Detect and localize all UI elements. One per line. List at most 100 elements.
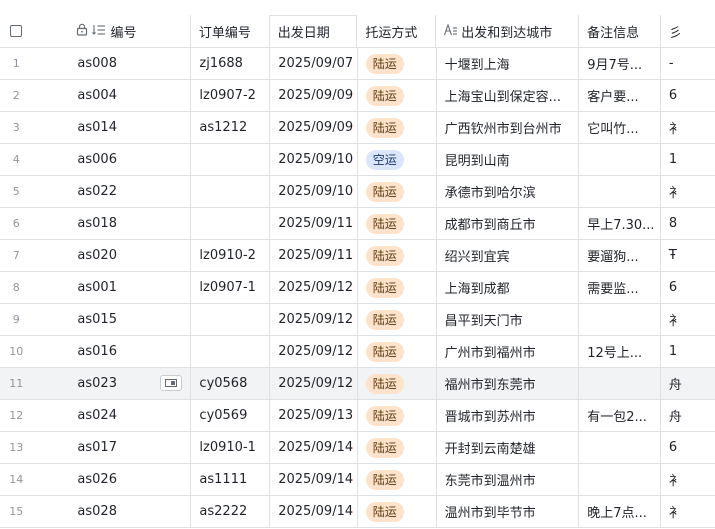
order-cell[interactable] (191, 304, 271, 335)
ship-cell[interactable]: 陆运 (358, 496, 437, 527)
note-cell[interactable]: 早上7.30... (579, 208, 661, 239)
city-cell[interactable]: 开封到云南楚雄 (437, 432, 580, 463)
ship-cell[interactable]: 陆运 (358, 272, 437, 303)
date-cell[interactable]: 2025/09/11 (270, 240, 358, 271)
code-cell[interactable]: as018 (32, 208, 192, 239)
table-row[interactable]: 7 as020 lz0910-2 2025/09/11 陆运 绍兴到宜宾 要遛狗... Ŧ (0, 240, 715, 272)
table-row[interactable]: 2 as004 lz0907-2 2025/09/09 陆运 上海宝山到保定容... 客户要… (0, 80, 715, 112)
code-cell[interactable]: as014 (32, 112, 192, 143)
date-cell[interactable]: 2025/09/12 (270, 368, 358, 399)
extra-cell[interactable]: 衤 (661, 304, 715, 335)
table-row[interactable]: 4 as006 2025/09/10 空运 昆明到山南 1 (0, 144, 715, 176)
code-cell[interactable]: as004 (32, 80, 192, 111)
ship-cell[interactable]: 空运 (358, 144, 437, 175)
note-cell[interactable]: 12号上... (579, 336, 661, 367)
note-cell[interactable] (579, 368, 661, 399)
header-note[interactable]: 备注信息 (579, 15, 661, 47)
code-cell[interactable]: as015 (32, 304, 192, 335)
ship-cell[interactable]: 陆运 (358, 240, 437, 271)
extra-cell[interactable]: 6 (661, 80, 715, 111)
date-cell[interactable]: 2025/09/11 (270, 208, 358, 239)
ship-cell[interactable]: 陆运 (358, 432, 437, 463)
table-row[interactable]: 1 as008 zj1688 2025/09/07 陆运 十堰到上海 9月7号... - (0, 48, 715, 80)
table-row[interactable]: 10 as016 2025/09/12 陆运 广州市到福州市 12号上... 1 (0, 336, 715, 368)
extra-cell[interactable]: 衤 (661, 464, 715, 495)
table-row[interactable]: 8 as001 lz0907-1 2025/09/12 陆运 上海到成都 需要监... 6 (0, 272, 715, 304)
note-cell[interactable]: 晚上7点... (579, 496, 661, 527)
table-row[interactable]: 11 as023 cy0568 2025/09/12 陆运 福州市到东莞市 舟 (0, 368, 715, 400)
date-cell[interactable]: 2025/09/12 (270, 336, 358, 367)
table-row[interactable]: 12 as024 cy0569 2025/09/13 陆运 晋城市到苏州市 有一包2... 舟 (0, 400, 715, 432)
ship-cell[interactable]: 陆运 (358, 208, 437, 239)
ship-cell[interactable]: 陆运 (358, 48, 437, 79)
city-cell[interactable]: 十堰到上海 (437, 48, 580, 79)
date-cell[interactable]: 2025/09/14 (270, 432, 358, 463)
extra-cell[interactable]: 1 (661, 144, 715, 175)
date-cell[interactable]: 2025/09/10 (270, 176, 358, 207)
note-cell[interactable]: 它叫竹... (579, 112, 661, 143)
city-cell[interactable]: 广州市到福州市 (437, 336, 580, 367)
header-order[interactable]: 订单编号 (191, 15, 270, 47)
city-cell[interactable]: 承德市到哈尔滨 (437, 176, 580, 207)
order-cell[interactable]: cy0569 (191, 400, 271, 431)
code-cell[interactable]: as022 (32, 176, 192, 207)
city-cell[interactable]: 昆明到山南 (437, 144, 580, 175)
note-cell[interactable] (579, 304, 661, 335)
note-cell[interactable]: 需要监... (579, 272, 661, 303)
code-cell[interactable]: as008 (32, 48, 192, 79)
city-cell[interactable]: 广西钦州市到台州市 (437, 112, 580, 143)
note-cell[interactable] (579, 144, 661, 175)
header-city[interactable]: 出发和到达城市 (436, 15, 580, 47)
header-extra[interactable]: 彡 (661, 15, 715, 47)
table-row[interactable]: 6 as018 2025/09/11 陆运 成都市到商丘市 早上7.30... 8 (0, 208, 715, 240)
extra-cell[interactable]: 6 (661, 272, 715, 303)
extra-cell[interactable]: 衤 (661, 176, 715, 207)
date-cell[interactable]: 2025/09/09 (270, 80, 358, 111)
select-all-checkbox[interactable] (10, 25, 23, 37)
city-cell[interactable]: 上海宝山到保定容... (437, 80, 580, 111)
note-cell[interactable] (579, 464, 661, 495)
date-cell[interactable]: 2025/09/07 (270, 48, 358, 79)
order-cell[interactable]: as1212 (191, 112, 271, 143)
date-cell[interactable]: 2025/09/12 (270, 272, 358, 303)
table-row[interactable]: 5 as022 2025/09/10 陆运 承德市到哈尔滨 衤 (0, 176, 715, 208)
date-cell[interactable]: 2025/09/14 (270, 496, 358, 527)
code-cell[interactable]: as020 (32, 240, 192, 271)
city-cell[interactable]: 晋城市到苏州市 (437, 400, 580, 431)
ship-cell[interactable]: 陆运 (358, 400, 437, 431)
city-cell[interactable]: 东莞市到温州市 (437, 464, 580, 495)
code-cell[interactable]: as026 (32, 464, 192, 495)
order-cell[interactable]: cy0568 (191, 368, 271, 399)
code-cell[interactable]: as017 (32, 432, 192, 463)
extra-cell[interactable]: Ŧ (661, 240, 715, 271)
table-row[interactable]: 9 as015 2025/09/12 陆运 昌平到天门市 衤 (0, 304, 715, 336)
extra-cell[interactable]: - (661, 48, 715, 79)
date-cell[interactable]: 2025/09/09 (270, 112, 358, 143)
city-cell[interactable]: 绍兴到宜宾 (437, 240, 580, 271)
extra-cell[interactable]: 1 (661, 336, 715, 367)
extra-cell[interactable]: 8 (661, 208, 715, 239)
order-cell[interactable]: lz0910-2 (191, 240, 271, 271)
note-cell[interactable]: 要遛狗... (579, 240, 661, 271)
city-cell[interactable]: 昌平到天门市 (437, 304, 580, 335)
order-cell[interactable]: as2222 (191, 496, 271, 527)
table-row[interactable]: 14 as026 as1111 2025/09/14 陆运 东莞市到温州市 衤 (0, 464, 715, 496)
city-cell[interactable]: 温州市到毕节市 (437, 496, 580, 527)
expand-record-icon[interactable] (160, 375, 183, 391)
table-row[interactable]: 13 as017 lz0910-1 2025/09/14 陆运 开封到云南楚雄 6 (0, 432, 715, 464)
order-cell[interactable] (191, 144, 271, 175)
code-cell[interactable]: as006 (32, 144, 192, 175)
code-cell[interactable]: as024 (32, 400, 192, 431)
extra-cell[interactable]: 6 (661, 432, 715, 463)
ship-cell[interactable]: 陆运 (358, 112, 437, 143)
extra-cell[interactable]: 舟 (661, 400, 715, 431)
extra-cell[interactable]: 衤 (661, 112, 715, 143)
order-cell[interactable]: as1111 (191, 464, 271, 495)
header-date[interactable]: 出发日期 (269, 15, 358, 47)
note-cell[interactable]: 客户要... (579, 80, 661, 111)
note-cell[interactable] (579, 432, 661, 463)
date-cell[interactable]: 2025/09/10 (270, 144, 358, 175)
extra-cell[interactable]: 衤 (661, 496, 715, 527)
order-cell[interactable]: lz0910-1 (191, 432, 271, 463)
table-row[interactable]: 15 as028 as2222 2025/09/14 陆运 温州市到毕节市 晚上7点... 衤 (0, 496, 715, 528)
